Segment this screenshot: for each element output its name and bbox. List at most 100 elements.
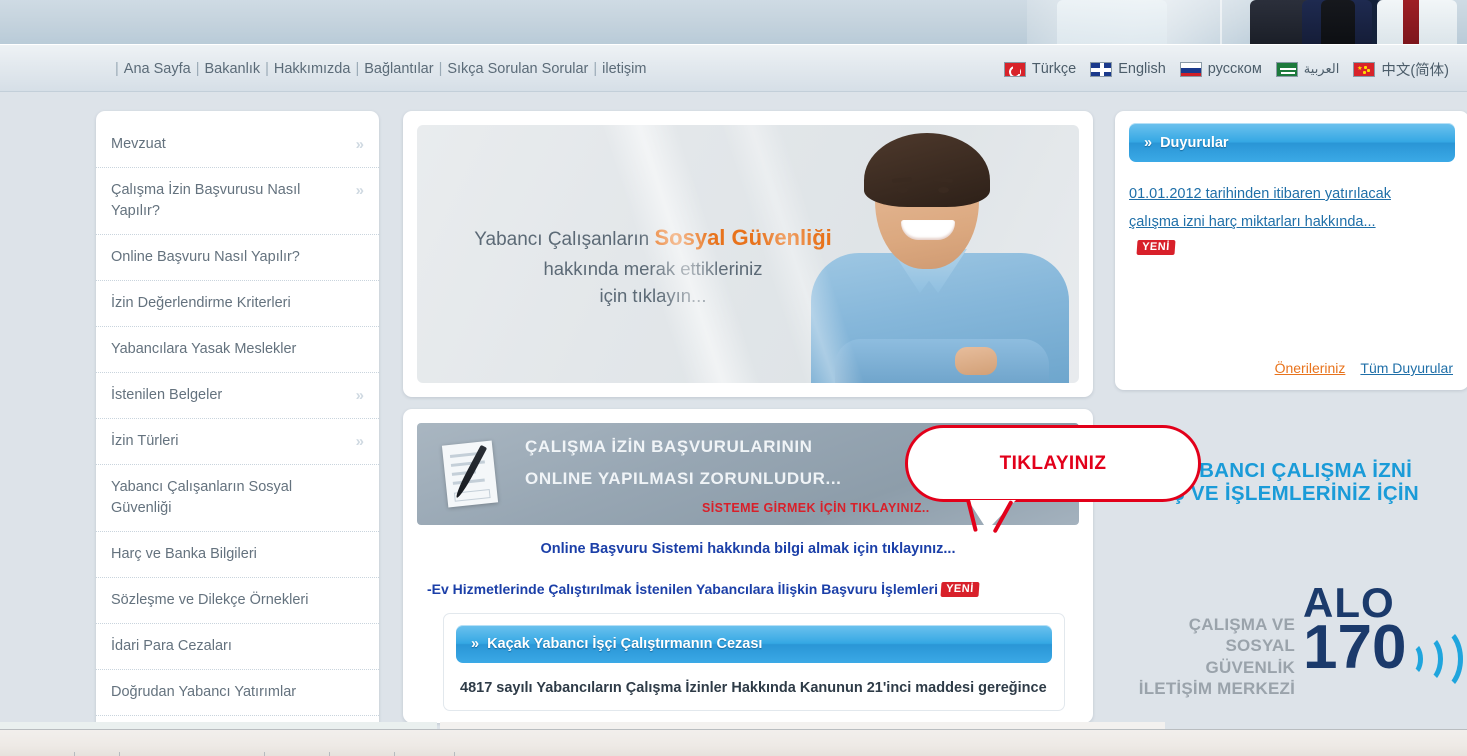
suggestions-link[interactable]: Önerileriniz (1275, 360, 1346, 376)
penalty-header-label: Kaçak Yabancı İşçi Çalıştırmanın Cezası (487, 636, 763, 652)
flag-turkey-icon (1003, 61, 1026, 77)
language-label: Türkçe (1031, 61, 1077, 77)
nav-link-bakanlik[interactable]: Bakanlık (204, 61, 260, 77)
announcements-list: 01.01.2012 tarihinden itibaren yatırılac… (1129, 180, 1455, 255)
banner-line-2: hakkında merak ettikleriniz (543, 257, 763, 279)
main-content: Mevzuat » Çalışma İzin Başvurusu Nasıl Y… (0, 92, 1467, 756)
sidebar-item-label: Harç ve Banka Bilgileri (111, 546, 257, 563)
sidebar-item-harc-banka[interactable]: Harç ve Banka Bilgileri (96, 532, 379, 579)
nav-separator: | (195, 61, 200, 77)
new-badge: YENİ (1136, 239, 1176, 255)
strip-line-2: ONLINE YAPILMASI ZORUNLUDUR... (525, 469, 842, 488)
hero-figure-silhouette (1057, 0, 1167, 44)
announcements-panel: » Duyurular 01.01.2012 tarihinden itibar… (1115, 111, 1467, 390)
top-navigation-bar: | Ana Sayfa | Bakanlık | Hakkımızda | Ba… (0, 44, 1467, 92)
sidebar-item-label: Doğrudan Yabancı Yatırımlar (111, 684, 297, 701)
sidebar-item-label: Yabancılara Yasak Meslekler (111, 341, 297, 358)
all-announcements-link[interactable]: Tüm Duyurular (1360, 360, 1453, 376)
taskbar-cell[interactable] (330, 752, 395, 756)
nav-link-sikca-sorulan-sorular[interactable]: Sıkça Sorulan Sorular (447, 61, 588, 77)
nav-separator: | (265, 61, 269, 77)
page-root: | Ana Sayfa | Bakanlık | Hakkımızda | Ba… (0, 0, 1467, 756)
language-label: 中文(简体) (1381, 62, 1449, 79)
signal-waves-icon (1407, 626, 1467, 692)
taskbar-cell[interactable] (120, 752, 265, 756)
flag-saudi-icon (1275, 61, 1298, 77)
center-column: Yabancı Çalışanların Sosyal Güvenliği ha… (403, 111, 1093, 723)
ev-hizmetleri-label: -Ev Hizmetlerinde Çalıştırılmak İstenile… (427, 581, 938, 597)
taskbar-cell[interactable] (265, 752, 330, 756)
chevron-right-icon: » (355, 387, 364, 405)
sidebar-item-label: Online Başvuru Nasıl Yapılır? (111, 249, 300, 266)
sidebar-item-online-basvuru[interactable]: Online Başvuru Nasıl Yapılır? (96, 235, 379, 282)
strip-line-3: SİSTEME GİRMEK İÇİN TIKLAYINIZ.. (702, 501, 930, 515)
language-option-turkce[interactable]: Türkçe (1003, 61, 1077, 77)
alo170-subtitle-line-1: ÇALIŞMA VE (1188, 615, 1295, 634)
penalty-header-bar[interactable]: » Kaçak Yabancı İşçi Çalıştırmanın Cezas… (456, 625, 1052, 663)
language-label: English (1118, 61, 1166, 77)
taskbar-cell[interactable] (75, 752, 120, 756)
ev-hizmetleri-link[interactable]: -Ev Hizmetlerinde Çalıştırılmak İstenile… (417, 581, 1079, 597)
flag-uk-icon (1090, 61, 1113, 77)
sidebar-item-istenilen-belgeler[interactable]: İstenilen Belgeler » (96, 373, 379, 420)
sidebar-item-sosyal-guvenlik[interactable]: Yabancı Çalışanların Sosyal Güvenliği (96, 465, 379, 533)
language-option-chinese[interactable]: 中文(简体) (1353, 59, 1449, 80)
taskbar-cell[interactable] (0, 752, 75, 756)
hero-figure-red-tie (1403, 0, 1419, 44)
penalty-subpanel: » Kaçak Yabancı İşçi Çalıştırmanın Cezas… (443, 613, 1065, 711)
chevron-double-right-icon: » (1144, 134, 1153, 151)
nav-link-hakkimizda[interactable]: Hakkımızda (274, 61, 351, 77)
sidebar-item-label: Sözleşme ve Dilekçe Örnekleri (111, 592, 309, 609)
chevron-right-icon: » (355, 433, 364, 451)
sidebar-item-idari-para-cezalari[interactable]: İdari Para Cezaları (96, 624, 379, 671)
sidebar-item-dogrudan-yatirimlar[interactable]: Doğrudan Yabancı Yatırımlar (96, 670, 379, 717)
language-option-arabic[interactable]: العربية (1275, 61, 1340, 77)
nav-link-iletisim[interactable]: iletişim (602, 61, 646, 77)
man-smile (901, 220, 955, 240)
nav-separator: | (593, 61, 598, 77)
taskbar-cells (0, 752, 540, 756)
document-pen-icon (435, 437, 509, 511)
right-column: » Duyurular 01.01.2012 tarihinden itibar… (1115, 111, 1467, 698)
alo170-logo[interactable]: ÇALIŞMA VE SOSYAL GÜVENLİK İLETİŞİM MERK… (1135, 582, 1467, 699)
bottom-taskbar[interactable] (0, 729, 1467, 756)
announcement-link-line-2[interactable]: çalışma izni harç miktarları hakkında... (1129, 208, 1455, 236)
alo170-subtitle-line-2: SOSYAL GÜVENLİK (1205, 636, 1295, 677)
alo-number-170: 170 (1303, 612, 1407, 682)
man-crossed-arms (835, 339, 1049, 383)
sidebar-item-mevzuat[interactable]: Mevzuat » (96, 122, 379, 169)
tiklayiniz-callout-bubble[interactable]: TIKLAYINIZ (905, 425, 1201, 534)
taskbar-cell[interactable] (395, 752, 455, 756)
banner-photo-smiling-man (805, 125, 1077, 383)
language-option-russian[interactable]: русском (1179, 61, 1262, 77)
sidebar-item-calisma-izin-basvurusu[interactable]: Çalışma İzin Başvurusu Nasıl Yapılır? » (96, 168, 379, 236)
language-option-english[interactable]: English (1090, 61, 1166, 77)
online-system-info-link[interactable]: Online Başvuru Sistemi hakkında bilgi al… (417, 541, 1079, 557)
banner-line-1-prefix: Yabancı Çalışanların (474, 229, 655, 250)
announcements-footer: Önerileriniz Tüm Duyurular (1275, 360, 1453, 376)
sidebar-item-izin-degerlendirme[interactable]: İzin Değerlendirme Kriterleri (96, 281, 379, 328)
alo170-number: ALO 170 (1303, 582, 1407, 682)
sidebar-item-izin-turleri[interactable]: İzin Türleri » (96, 419, 379, 466)
sidebar-item-sozlesme-dilekce[interactable]: Sözleşme ve Dilekçe Örnekleri (96, 578, 379, 625)
banner-text-block: Yabancı Çalışanların Sosyal Güvenliği ha… (443, 221, 863, 310)
alo170-subtitle: ÇALIŞMA VE SOSYAL GÜVENLİK İLETİŞİM MERK… (1135, 614, 1295, 699)
hero-figure-black-top (1321, 0, 1355, 44)
man-hair (864, 133, 990, 207)
sidebar-item-yasak-meslekler[interactable]: Yabancılara Yasak Meslekler (96, 327, 379, 374)
announcement-link-line-1[interactable]: 01.01.2012 tarihinden itibaren yatırılac… (1129, 180, 1455, 208)
announcements-header-label: Duyurular (1160, 134, 1229, 151)
flag-russia-icon (1179, 61, 1202, 77)
left-sidebar-menu: Mevzuat » Çalışma İzin Başvurusu Nasıl Y… (96, 111, 379, 756)
new-badge: YENİ (940, 581, 980, 597)
nav-link-baglantilar[interactable]: Bağlantılar (364, 61, 433, 77)
nav-link-ana-sayfa[interactable]: Ana Sayfa (124, 61, 191, 77)
announcements-header-bar[interactable]: » Duyurular (1129, 123, 1455, 162)
social-security-banner[interactable]: Yabancı Çalışanların Sosyal Güvenliği ha… (417, 125, 1079, 383)
viewport-seam-left (0, 722, 437, 729)
chevron-right-icon: » (355, 136, 364, 153)
nav-separator: | (355, 61, 360, 77)
language-label: العربية (1303, 61, 1340, 76)
sidebar-item-label: İzin Değerlendirme Kriterleri (111, 295, 291, 312)
sidebar-item-label: Yabancı Çalışanların Sosyal Güvenliği (111, 479, 293, 517)
